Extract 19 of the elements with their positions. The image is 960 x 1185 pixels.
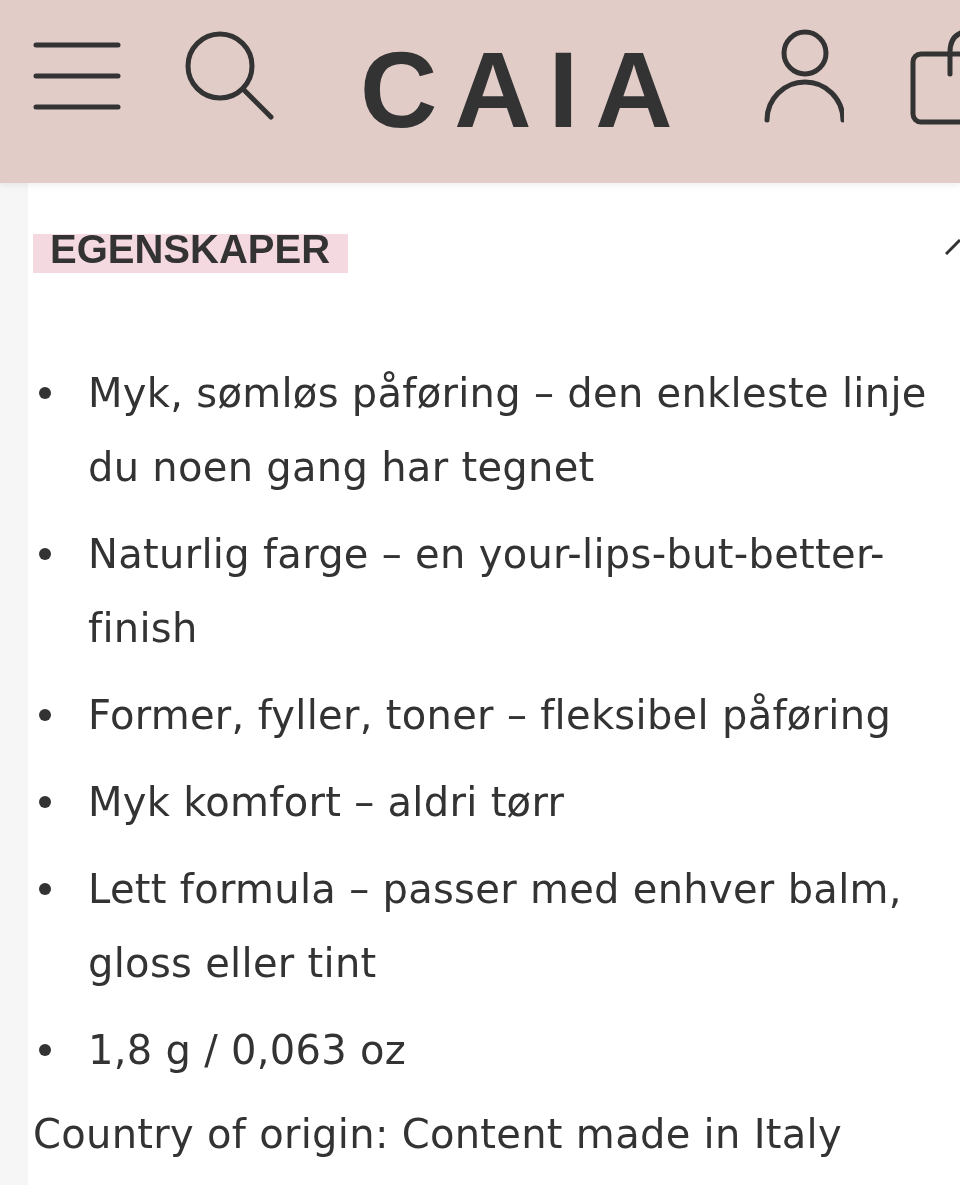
search-icon[interactable] [184, 30, 274, 120]
list-item-text: Lett formula – passer med enhver balm, gloss eller tint [88, 865, 903, 988]
bullet-icon [39, 1044, 51, 1056]
chevron-icon[interactable] [945, 239, 960, 255]
list-item-text: Former, fyller, toner – fleksibel påføring [88, 691, 893, 740]
bullet-icon [39, 796, 51, 808]
bullet-icon [39, 548, 51, 560]
shopping-bag-icon[interactable] [909, 28, 960, 125]
list-item-text: Myk komfort – aldri tørr [88, 778, 566, 827]
bullet-icon [39, 883, 51, 895]
bullet-icon [39, 387, 51, 399]
list-item-text: Myk, sømløs påføring – den enkleste linje du noen gang har tegnet [88, 369, 928, 492]
bullet-icon [39, 709, 51, 721]
menu-icon[interactable] [33, 42, 121, 110]
origin-text: Country of origin: Content made in Italy [33, 1110, 843, 1159]
list-item-text: 1,8 g / 0,063 oz [88, 1026, 408, 1075]
brand-logo[interactable]: CAIA [360, 28, 690, 152]
list-item-text: Naturlig farge – en your-lips-but-better-finish [88, 530, 886, 653]
user-icon[interactable] [763, 28, 844, 123]
